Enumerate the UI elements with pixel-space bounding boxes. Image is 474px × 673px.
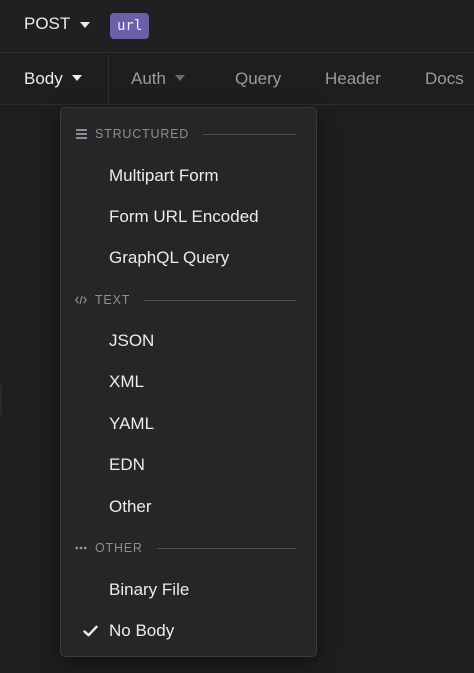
chevron-down-icon: [174, 75, 185, 82]
method-label: POST: [24, 14, 71, 33]
code-icon: [75, 295, 87, 305]
tab-header[interactable]: Header: [325, 54, 381, 104]
tab-label: Header: [325, 69, 381, 88]
tab-divider: [108, 54, 109, 104]
section-title: TEXT: [95, 293, 131, 307]
dots-icon: [75, 546, 87, 550]
divider: [203, 133, 296, 135]
chevron-down-icon: [80, 22, 91, 28]
section-title: OTHER: [95, 541, 143, 555]
checkmark-icon: [82, 619, 98, 643]
request-tabs: Body Auth Query Header Docs: [0, 54, 474, 105]
section-header-structured: STRUCTURED: [75, 126, 296, 142]
section-header-text: TEXT: [75, 292, 296, 308]
resize-handle[interactable]: [0, 385, 2, 415]
menu-item-edn[interactable]: EDN: [109, 453, 309, 477]
menu-item-xml[interactable]: XML: [109, 370, 309, 394]
menu-item-graphql-query[interactable]: GraphQL Query: [109, 246, 309, 270]
menu-item-form-url-encoded[interactable]: Form URL Encoded: [109, 205, 309, 229]
tab-query[interactable]: Query: [235, 54, 281, 104]
method-dropdown[interactable]: POST: [24, 14, 91, 34]
section-header-other: OTHER: [75, 540, 296, 556]
tab-label: Docs: [425, 69, 464, 88]
tab-label: Body: [24, 69, 63, 88]
url-bar: POST url: [0, 0, 474, 53]
body-type-menu: STRUCTURED Multipart Form Form URL Encod…: [60, 107, 317, 657]
menu-item-binary-file[interactable]: Binary File: [109, 578, 309, 602]
menu-item-json[interactable]: JSON: [109, 329, 309, 353]
tab-label: Auth: [131, 69, 166, 88]
tab-body[interactable]: Body: [24, 54, 82, 104]
tab-docs[interactable]: Docs: [425, 54, 464, 104]
tab-label: Query: [235, 69, 282, 88]
menu-item-other[interactable]: Other: [109, 495, 309, 519]
tab-auth[interactable]: Auth: [131, 54, 185, 104]
menu-item-yaml[interactable]: YAML: [109, 412, 309, 436]
menu-item-label: No Body: [109, 621, 175, 640]
bars-icon: [75, 129, 87, 139]
section-title: STRUCTURED: [95, 127, 190, 141]
divider: [156, 547, 296, 549]
menu-item-no-body[interactable]: No Body: [82, 619, 309, 643]
url-tag[interactable]: url: [110, 13, 150, 39]
menu-item-multipart-form[interactable]: Multipart Form: [109, 164, 309, 188]
divider: [144, 299, 296, 301]
chevron-down-icon: [71, 75, 82, 82]
